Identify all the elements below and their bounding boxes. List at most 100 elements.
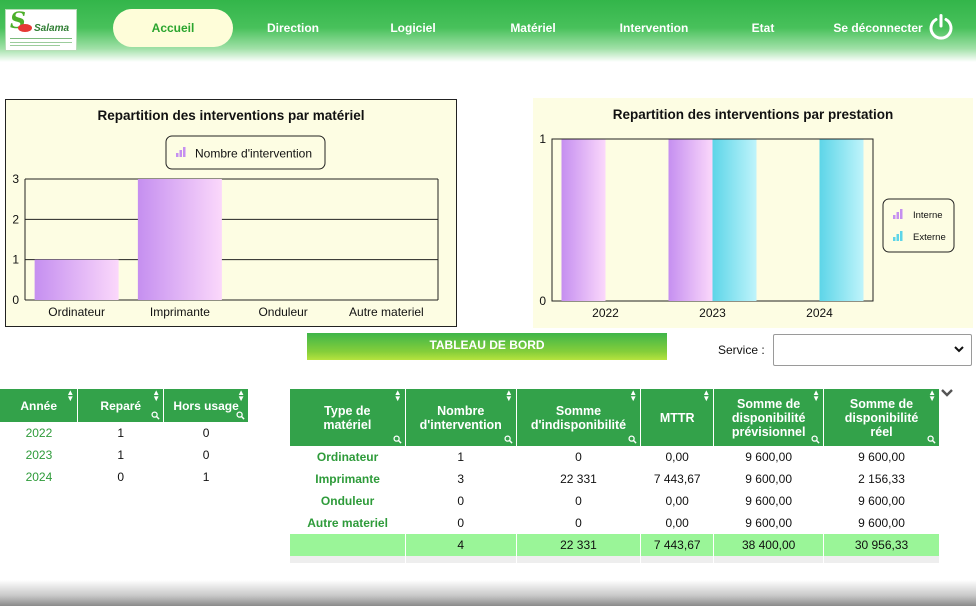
chevron-down-icon — [954, 346, 964, 353]
x-tick-label: Ordinateur — [48, 305, 105, 319]
legend-label: Nombre d'intervention — [195, 147, 312, 161]
column-header[interactable]: ▲ ▼ Année — [0, 389, 79, 422]
nav-logiciel[interactable]: Logiciel — [372, 9, 454, 47]
table-cell: 1 — [117, 448, 125, 462]
sort-icon[interactable]: ▲ ▼ — [812, 389, 820, 403]
sort-icon[interactable]: ▲ ▼ — [702, 389, 710, 403]
sort-icon[interactable]: ▲ ▼ — [152, 389, 160, 403]
table-row[interactable]: 2024 0 1 — [0, 466, 249, 488]
y-tick-label: 2 — [12, 212, 19, 226]
search-icon[interactable] — [151, 411, 160, 420]
total-cell: 22 331 — [516, 534, 642, 556]
table-row[interactable]: Autre materiel 0 0 0,00 9 600,00 9 600,00 — [290, 512, 940, 534]
year-link[interactable]: 2023 — [0, 444, 78, 466]
search-icon[interactable] — [393, 435, 402, 444]
column-header[interactable]: ▲ ▼ MTTR — [640, 389, 715, 446]
logo-wordmark: Salama — [34, 23, 70, 34]
table-cell: 3 — [457, 472, 465, 486]
table-row[interactable]: Imprimante 3 22 331 7 443,67 9 600,00 2 156,3… — [290, 468, 940, 490]
sort-icon[interactable]: ▲ ▼ — [928, 389, 936, 403]
search-icon[interactable] — [504, 435, 513, 444]
total-cell: 7 443,67 — [640, 534, 715, 556]
column-label: Nombre d'intervention — [419, 403, 502, 432]
column-header[interactable]: ▲ ▼ Reparé — [77, 389, 165, 422]
chart-materiel: Nombre d'intervention 0 1 2 3 Ordinateur Impri… — [12, 135, 439, 319]
collapse-chevron-icon[interactable] — [940, 388, 954, 398]
year-link[interactable]: 2024 — [0, 466, 78, 488]
footer-cell — [823, 556, 940, 563]
column-header[interactable]: ▲ ▼ Somme de disponibilité prévisionnel — [713, 389, 825, 446]
column-label: MTTR — [659, 410, 695, 425]
table-cell: 9 600,00 — [745, 472, 792, 486]
column-header[interactable]: ▲ ▼ Hors usage — [163, 389, 249, 422]
bar[interactable] — [34, 259, 119, 300]
logo-tagline — [10, 38, 72, 46]
table-cell: 9 600,00 — [745, 450, 792, 464]
bar[interactable] — [561, 139, 606, 301]
search-icon[interactable] — [927, 435, 936, 444]
chart-prestation-panel: Repartition des interventions par presta… — [533, 98, 973, 328]
y-tick-label: 0 — [12, 293, 19, 307]
sort-icon[interactable]: ▲ ▼ — [505, 389, 513, 403]
column-header[interactable]: ▲ ▼ Somme de disponibilité réel — [823, 389, 940, 446]
top-nav: S Salama Accueil Direction Logiciel Maté… — [0, 0, 976, 62]
table-cell: 0 — [202, 426, 210, 440]
total-cell: 30 956,33 — [823, 534, 940, 556]
column-header[interactable]: ▲ ▼ Type de matériel — [290, 389, 406, 446]
table-cell: 0,00 — [665, 450, 689, 464]
table-cell: 0 — [117, 470, 125, 484]
table-row[interactable]: Onduleur 0 0 0,00 9 600,00 9 600,00 — [290, 490, 940, 512]
search-icon[interactable] — [236, 411, 245, 420]
x-tick-label: 2024 — [806, 306, 833, 320]
footer-cell — [713, 556, 825, 563]
table-cell: 9 600,00 — [745, 494, 792, 508]
table-cell: 0,00 — [665, 494, 689, 508]
nav-etat[interactable]: Etat — [732, 9, 794, 47]
sort-icon[interactable]: ▲ ▼ — [66, 389, 74, 403]
power-icon[interactable] — [927, 13, 955, 41]
bar[interactable] — [712, 139, 757, 301]
table-footer-strip — [290, 556, 940, 563]
sort-icon[interactable]: ▲ ▼ — [629, 389, 637, 403]
bar[interactable] — [137, 179, 222, 300]
table-cell: 9 600,00 — [858, 450, 905, 464]
search-icon[interactable] — [811, 435, 820, 444]
table-cell: 7 443,67 — [653, 472, 701, 486]
material-type: Autre materiel — [307, 516, 388, 530]
table-cell: 1 — [202, 470, 210, 484]
search-icon[interactable] — [628, 435, 637, 444]
chart-materiel-panel: Repartition des interventions par matéri… — [5, 99, 457, 327]
nav-accueil[interactable]: Accueil — [113, 9, 233, 47]
y-tick-label: 1 — [539, 132, 546, 146]
bar[interactable] — [819, 139, 864, 301]
y-tick-label: 3 — [12, 172, 19, 186]
nav-logout[interactable]: Se déconnecter — [830, 9, 926, 47]
table-cell: 0 — [575, 450, 582, 464]
chart-prestation: 0 1 2022 2023 2024 Interne Externe — [539, 132, 955, 320]
year-link[interactable]: 2022 — [0, 422, 78, 444]
column-label: Somme de disponibilité réel — [844, 396, 919, 439]
nav-materiel[interactable]: Matériel — [494, 9, 572, 47]
chart-prestation-legend — [882, 198, 955, 253]
salama-logo[interactable]: S Salama — [5, 8, 77, 51]
table-row[interactable]: 2022 1 0 — [0, 422, 249, 444]
logo-swoosh — [18, 24, 32, 32]
sort-icon[interactable]: ▲ ▼ — [237, 389, 245, 403]
column-header[interactable]: ▲ ▼ Nombre d'intervention — [405, 389, 517, 446]
nav-intervention[interactable]: Intervention — [605, 9, 703, 47]
service-select[interactable] — [773, 334, 972, 366]
y-tick-label: 1 — [12, 253, 19, 267]
sort-icon[interactable]: ▲ ▼ — [394, 389, 402, 403]
table-row[interactable]: 2023 1 0 — [0, 444, 249, 466]
bar[interactable] — [668, 139, 713, 301]
footer-bar — [0, 580, 976, 606]
legend-label: Externe — [913, 232, 946, 243]
material-type: Onduleur — [320, 494, 375, 508]
column-label: Somme de disponibilité prévisionnel — [731, 396, 806, 439]
column-header[interactable]: ▲ ▼ Somme d'indisponibilité — [516, 389, 642, 446]
nav-direction[interactable]: Direction — [252, 9, 334, 47]
table-row[interactable]: Ordinateur 1 0 0,00 9 600,00 9 600,00 — [290, 446, 940, 468]
material-table: ▲ ▼ Type de matériel ▲ ▼ Nombre d'interventio… — [290, 389, 940, 563]
x-tick-label: Onduleur — [258, 305, 307, 319]
material-type: Ordinateur — [316, 450, 379, 464]
